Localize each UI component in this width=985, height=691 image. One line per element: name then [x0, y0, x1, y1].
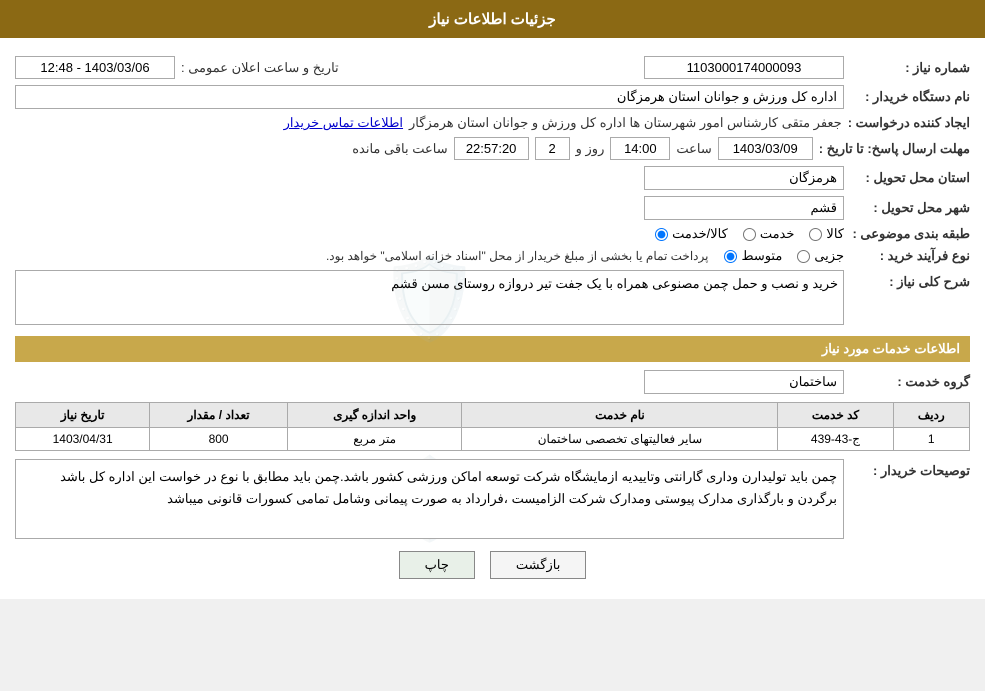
- cell-quantity: 800: [150, 428, 288, 451]
- process-partial-option[interactable]: جزیی: [797, 248, 844, 264]
- delivery-city-value: قشم: [644, 196, 844, 220]
- category-goods-service-radio[interactable]: [655, 228, 668, 241]
- cell-unit: متر مربع: [287, 428, 462, 451]
- action-buttons-row: بازگشت چاپ: [15, 551, 970, 579]
- announcement-date-label: تاریخ و ساعت اعلان عمومی :: [181, 60, 339, 76]
- delivery-province-label: استان محل تحویل :: [850, 170, 970, 186]
- cell-code: ج-43-439: [778, 428, 893, 451]
- buyer-org-value: اداره کل ورزش و جوانان استان هرمزگان: [15, 85, 844, 109]
- category-service-label: خدمت: [760, 226, 795, 242]
- category-service-radio[interactable]: [743, 228, 756, 241]
- service-group-label: گروه خدمت :: [850, 374, 970, 390]
- print-button[interactable]: چاپ: [399, 551, 475, 579]
- table-row: 1ج-43-439سایر فعالیتهای تخصصی ساختمانمتر…: [16, 428, 970, 451]
- remaining-label: ساعت باقی مانده: [352, 141, 447, 157]
- requester-contact-link[interactable]: اطلاعات تماس خریدار: [284, 115, 403, 131]
- request-number-label: شماره نیاز :: [850, 60, 970, 76]
- back-button[interactable]: بازگشت: [490, 551, 586, 579]
- col-header-code: کد خدمت: [778, 403, 893, 428]
- requester-name: جعفر متقی کارشناس امور شهرستان ها اداره …: [409, 115, 842, 131]
- process-type-radio-group: جزیی متوسط: [724, 248, 844, 264]
- category-goods-label: کالا: [826, 226, 844, 242]
- process-medium-radio[interactable]: [724, 250, 737, 263]
- request-number-value: 1103000174000093: [644, 56, 844, 79]
- category-goods-service-option[interactable]: کالا/خدمت: [655, 226, 728, 242]
- category-goods-radio[interactable]: [809, 228, 822, 241]
- buyer-notes-value: چمن باید تولیدارن وداری گارانتی وتاییدیه…: [15, 459, 844, 539]
- description-textarea[interactable]: <span data-bind="values.description_text…: [15, 270, 844, 325]
- announcement-date-value: 1403/03/06 - 12:48: [15, 56, 175, 79]
- col-header-date: تاریخ نیاز: [16, 403, 150, 428]
- col-header-unit: واحد اندازه گیری: [287, 403, 462, 428]
- category-goods-option[interactable]: کالا: [809, 226, 844, 242]
- time-label: ساعت: [676, 141, 711, 157]
- requester-label: ایجاد کننده درخواست :: [848, 115, 970, 131]
- process-medium-option[interactable]: متوسط: [724, 248, 782, 264]
- send-deadline-label: مهلت ارسال پاسخ: تا تاریخ :: [819, 141, 970, 157]
- page-header: جزئیات اطلاعات نیاز: [0, 0, 985, 38]
- deadline-days: 2: [535, 137, 570, 160]
- process-partial-radio[interactable]: [797, 250, 810, 263]
- category-service-option[interactable]: خدمت: [743, 226, 795, 242]
- service-info-section-title: اطلاعات خدمات مورد نیاز: [15, 336, 970, 362]
- col-header-row: ردیف: [893, 403, 969, 428]
- process-partial-label: جزیی: [814, 248, 844, 264]
- category-radio-group: کالا خدمت کالا/خدمت: [655, 226, 844, 242]
- cell-row: 1: [893, 428, 969, 451]
- delivery-city-label: شهر محل تحویل :: [850, 200, 970, 216]
- service-group-value: ساختمان: [644, 370, 844, 394]
- process-type-label: نوع فرآیند خرید :: [850, 248, 970, 264]
- col-header-quantity: تعداد / مقدار: [150, 403, 288, 428]
- buyer-notes-label: توصیحات خریدار :: [850, 463, 970, 479]
- description-label: شرح کلی نیاز :: [850, 274, 970, 290]
- deadline-time: 14:00: [610, 137, 670, 160]
- deadline-remaining: 22:57:20: [454, 137, 529, 160]
- days-label: روز و: [576, 141, 605, 157]
- cell-name: سایر فعالیتهای تخصصی ساختمان: [462, 428, 778, 451]
- process-medium-label: متوسط: [741, 248, 782, 264]
- cell-date: 1403/04/31: [16, 428, 150, 451]
- delivery-province-value: هرمزگان: [644, 166, 844, 190]
- category-label: طبقه بندی موضوعی :: [850, 226, 970, 242]
- process-note: پرداخت تمام یا بخشی از مبلغ خریدار از مح…: [326, 249, 709, 263]
- category-goods-service-label: کالا/خدمت: [672, 226, 728, 242]
- page-title: جزئیات اطلاعات نیاز: [429, 11, 556, 28]
- deadline-date: 1403/03/09: [718, 137, 813, 160]
- col-header-name: نام خدمت: [462, 403, 778, 428]
- buyer-org-label: نام دستگاه خریدار :: [850, 89, 970, 105]
- services-table-container: ردیف کد خدمت نام خدمت واحد اندازه گیری ت…: [15, 402, 970, 451]
- services-table: ردیف کد خدمت نام خدمت واحد اندازه گیری ت…: [15, 402, 970, 451]
